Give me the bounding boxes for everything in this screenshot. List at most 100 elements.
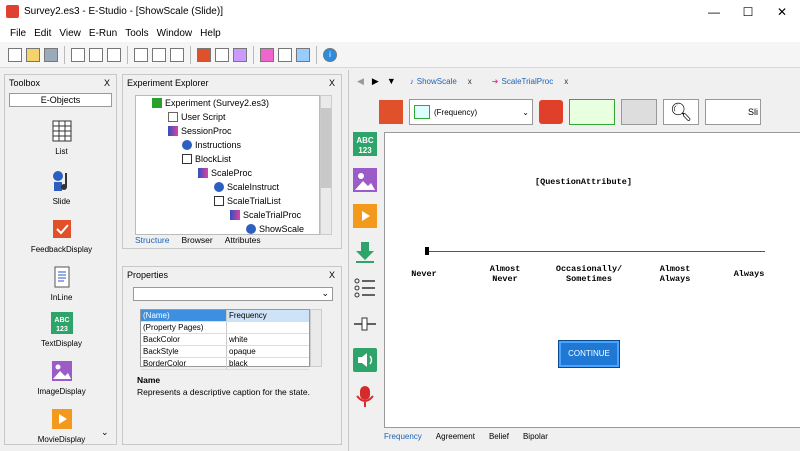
doc-tab-scaletrialproc[interactable]: ➜ ScaleTrialProc x (486, 77, 574, 86)
tab-structure[interactable]: Structure (135, 235, 170, 245)
tree-node-blocklist[interactable]: BlockList (182, 154, 231, 164)
debug-icon[interactable] (260, 47, 274, 62)
maximize-button[interactable]: ☐ (731, 0, 765, 24)
save-icon[interactable] (44, 47, 58, 62)
undo-icon[interactable] (152, 47, 166, 62)
scale-label-occasionally[interactable]: Occasionally/Sometimes (549, 264, 629, 284)
property-value[interactable]: white (227, 334, 248, 345)
toolbox-item-inline[interactable]: InLine (5, 265, 118, 302)
property-value[interactable] (227, 322, 229, 333)
scrollbar-thumb[interactable] (321, 108, 331, 188)
redo-icon[interactable] (170, 47, 184, 62)
e-objects-category[interactable]: E-Objects (9, 93, 112, 107)
toolbox-item-textdisplay[interactable]: ABC 123 TextDisplay (5, 311, 118, 348)
doc-tab-close-icon[interactable]: x (468, 77, 472, 86)
tab-frequency[interactable]: Frequency (384, 432, 422, 441)
add-state-icon[interactable] (539, 100, 563, 124)
doc-tab-showscale[interactable]: ♪ ShowScale x (404, 77, 478, 86)
info-icon[interactable]: i (323, 47, 337, 62)
browse-icon[interactable] (278, 47, 292, 62)
close-button[interactable]: ✕ (765, 0, 799, 24)
tree-node-sessionproc[interactable]: SessionProc (168, 126, 232, 136)
zoom-icon[interactable]: 🔍︎ (663, 99, 699, 125)
tree-node-scaleproc[interactable]: ScaleProc (198, 168, 252, 178)
property-row[interactable]: BackColor white (141, 334, 309, 346)
tree-node-showscale[interactable]: ShowScale (246, 224, 304, 234)
tree-node-user-script[interactable]: User Script (168, 112, 226, 122)
menu-help[interactable]: Help (200, 28, 221, 39)
toolbox-scroll-down-icon[interactable]: ⌄ (101, 427, 109, 438)
tab-bipolar[interactable]: Bipolar (523, 432, 548, 441)
menu-view[interactable]: View (59, 28, 81, 39)
toolbox-item-slide[interactable]: Slide (5, 169, 118, 206)
explorer-close-button[interactable]: X (329, 75, 335, 91)
doc-tab-close-icon[interactable]: x (564, 77, 568, 86)
image-object-icon[interactable] (353, 168, 377, 192)
tree-node-experiment[interactable]: Experiment (Survey2.es3) (152, 98, 269, 108)
delete-icon[interactable] (134, 47, 148, 62)
menu-edit[interactable]: Edit (34, 28, 51, 39)
tab-list-dropdown-icon[interactable]: ▼ (387, 76, 396, 86)
tree-node-scaleinstruct[interactable]: ScaleInstruct (214, 182, 279, 192)
minimize-button[interactable]: — (697, 0, 731, 24)
sound-icon[interactable] (353, 348, 377, 372)
download-arrow-icon[interactable] (353, 240, 377, 264)
toolbox-close-button[interactable]: X (104, 75, 110, 91)
toolbox-item-moviedisplay[interactable]: MovieDisplay (5, 407, 118, 444)
tab-belief[interactable]: Belief (489, 432, 509, 441)
compile-icon[interactable] (215, 47, 229, 62)
slide-properties-icon[interactable] (379, 100, 403, 124)
property-row[interactable]: (Property Pages) (141, 322, 309, 334)
tab-agreement[interactable]: Agreement (436, 432, 475, 441)
layout-icon[interactable] (621, 99, 657, 125)
property-value[interactable]: opaque (227, 346, 256, 357)
choice-list-icon[interactable] (353, 276, 377, 300)
menu-window[interactable]: Window (157, 28, 193, 39)
property-grid-scrollbar[interactable] (310, 309, 322, 367)
text-object-icon[interactable]: ABC123 (353, 132, 377, 156)
property-value[interactable]: black (227, 358, 248, 369)
state-selector[interactable]: (Frequency) ⌄ (409, 99, 533, 125)
toolbox-item-feedbackdisplay[interactable]: FeedbackDisplay (5, 217, 118, 254)
object-selector-dropdown[interactable]: ⌄ (133, 287, 333, 301)
toolbox-item-imagedisplay[interactable]: ImageDisplay (5, 359, 118, 396)
open-folder-icon[interactable] (26, 47, 40, 62)
tab-attributes[interactable]: Attributes (225, 235, 261, 245)
back-arrow-icon[interactable]: ◀ (357, 76, 364, 87)
question-attribute-text[interactable]: [QuestionAttribute] (535, 177, 632, 187)
continue-button[interactable]: CONTINUE (559, 341, 619, 367)
tree-node-scaletrialproc[interactable]: ScaleTrialProc (230, 210, 301, 220)
generate-icon[interactable] (197, 47, 211, 62)
properties-close-button[interactable]: X (329, 267, 335, 283)
new-file-icon[interactable] (8, 47, 22, 62)
sub-object-icon[interactable] (569, 99, 615, 125)
scale-label-almost-never[interactable]: Almost Never (485, 264, 525, 284)
record-microphone-icon[interactable] (353, 384, 377, 408)
slide-canvas[interactable]: [QuestionAttribute] Never Almost Never Oc… (384, 132, 800, 428)
slider-icon[interactable] (353, 312, 377, 336)
movie-object-icon[interactable] (353, 204, 377, 228)
menu-tools[interactable]: Tools (125, 28, 148, 39)
tree-node-scaletriallist[interactable]: ScaleTrialList (214, 196, 281, 206)
paste-icon[interactable] (107, 47, 121, 62)
property-value[interactable]: Frequency (227, 310, 267, 321)
property-row[interactable]: BackStyle opaque (141, 346, 309, 358)
scale-marker[interactable] (425, 247, 429, 255)
menu-erun[interactable]: E-Run (89, 28, 117, 39)
slide-overflow-button[interactable]: Sli (705, 99, 761, 125)
tree-node-instructions[interactable]: Instructions (182, 140, 241, 150)
cut-icon[interactable] (71, 47, 85, 62)
scale-label-never[interactable]: Never (409, 269, 439, 279)
menu-file[interactable]: File (10, 28, 26, 39)
copy-icon[interactable] (89, 47, 103, 62)
explorer-scrollbar[interactable] (320, 95, 332, 235)
scale-label-always[interactable]: Always (731, 269, 767, 279)
property-row[interactable]: BorderColor black (141, 358, 309, 370)
property-row[interactable]: (Name) Frequency (141, 310, 309, 322)
forward-arrow-icon[interactable]: ▶ (372, 76, 379, 87)
scale-label-almost-always[interactable]: Almost Always (655, 264, 695, 284)
view-icon[interactable] (296, 47, 310, 62)
toolbox-item-list[interactable]: List (5, 119, 118, 156)
run-icon[interactable] (233, 47, 247, 62)
tab-browser[interactable]: Browser (182, 235, 213, 245)
